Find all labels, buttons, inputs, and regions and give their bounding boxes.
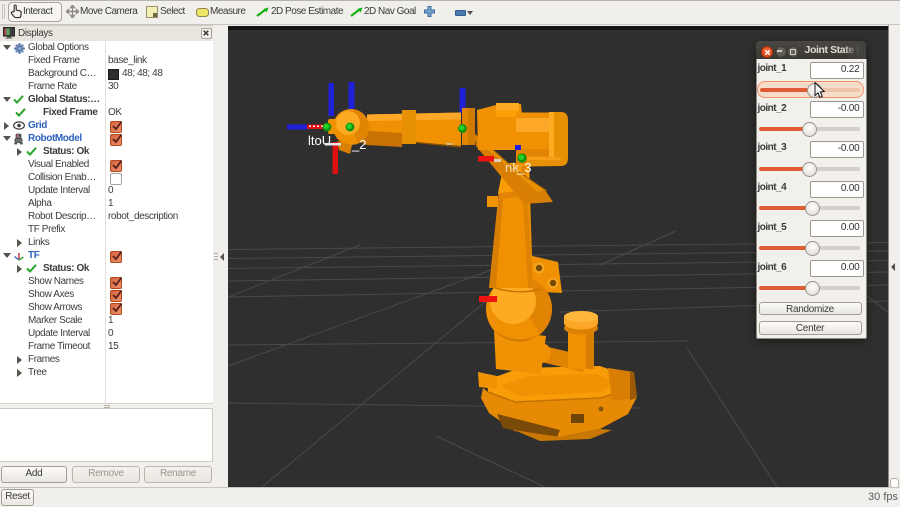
svg-text:_3: _3	[516, 160, 531, 175]
svg-text:_2: _2	[351, 137, 366, 152]
svg-text:ltoU: ltoU	[308, 133, 331, 148]
